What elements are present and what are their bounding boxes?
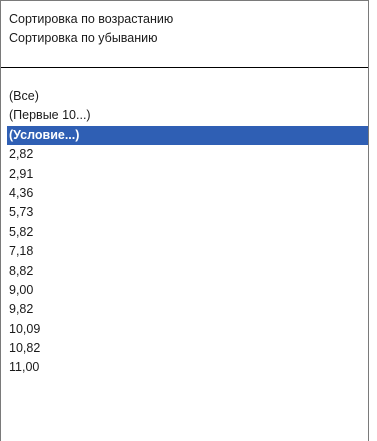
filter-value-item[interactable]: 9,00 xyxy=(1,281,368,300)
filter-option-all[interactable]: (Все) xyxy=(1,87,368,106)
filter-option-custom[interactable]: (Условие...) xyxy=(7,125,368,146)
filter-value-item[interactable]: 2,82 xyxy=(1,145,368,164)
sort-ascending-option[interactable]: Сортировка по возрастанию xyxy=(9,9,173,29)
filter-value-item[interactable]: 4,36 xyxy=(1,184,368,203)
filter-value-item[interactable]: 9,82 xyxy=(1,300,368,319)
filter-value-item[interactable]: 11,00 xyxy=(1,358,368,377)
filter-value-list: (Все) (Первые 10...) (Условие...) 2,82 2… xyxy=(1,87,368,378)
filter-option-top10[interactable]: (Первые 10...) xyxy=(1,106,368,125)
filter-value-item[interactable]: 10,82 xyxy=(1,339,368,358)
filter-value-item[interactable]: 10,09 xyxy=(1,320,368,339)
filter-value-item[interactable]: 5,73 xyxy=(1,203,368,222)
filter-value-item[interactable]: 5,82 xyxy=(1,223,368,242)
filter-value-item[interactable]: 8,82 xyxy=(1,262,368,281)
autofilter-dropdown: Сортировка по возрастанию Сортировка по … xyxy=(0,0,369,441)
filter-value-item[interactable]: 2,91 xyxy=(1,165,368,184)
menu-separator xyxy=(1,67,368,68)
filter-value-item[interactable]: 7,18 xyxy=(1,242,368,261)
sort-descending-option[interactable]: Сортировка по убыванию xyxy=(9,28,158,48)
